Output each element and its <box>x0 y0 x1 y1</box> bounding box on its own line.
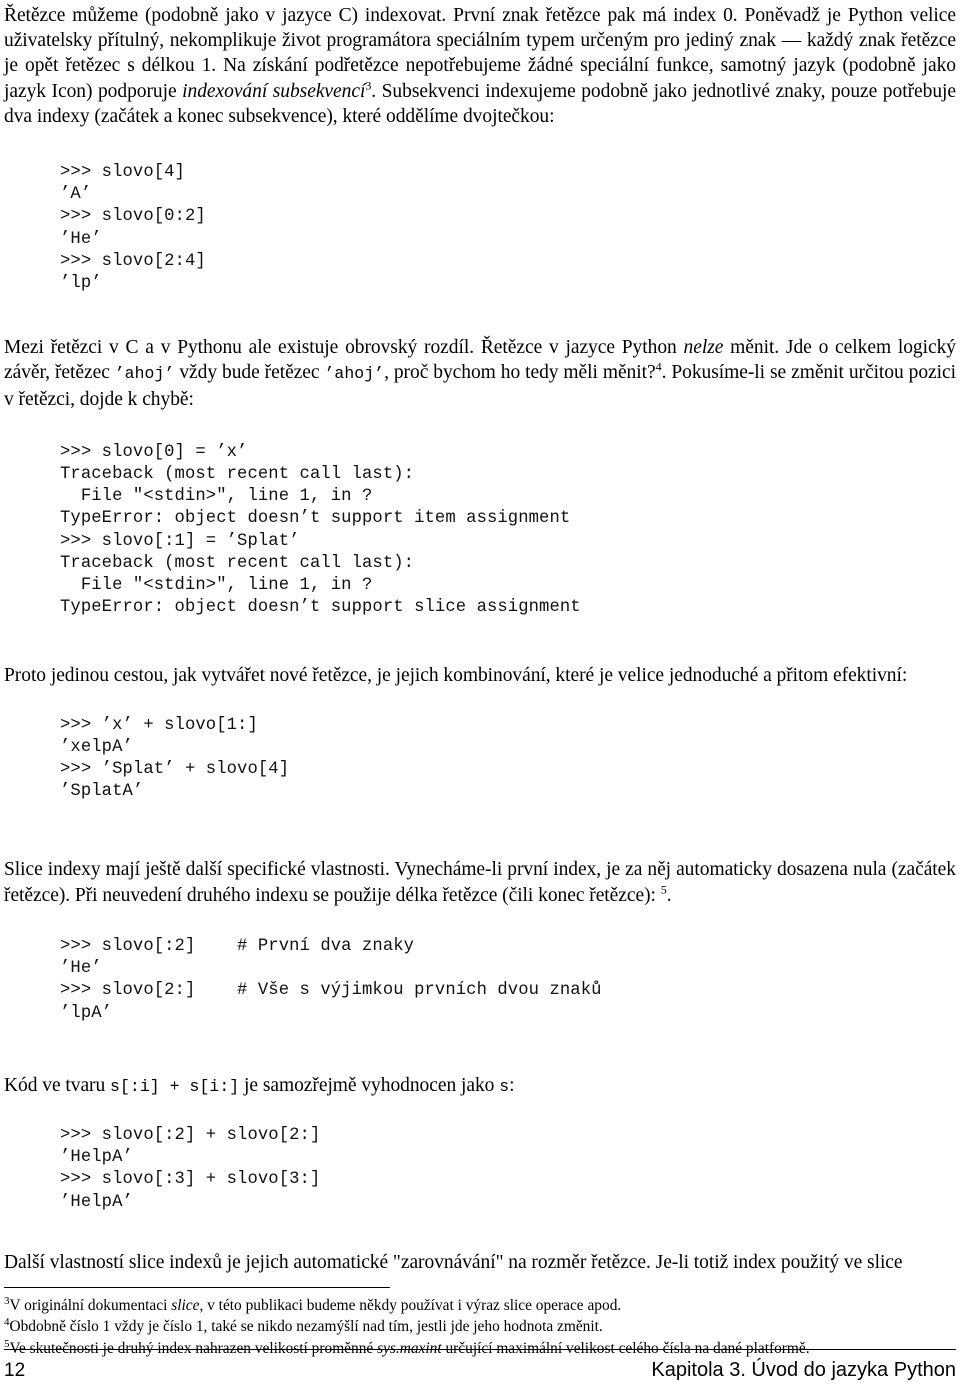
paragraph-text-part: je samozřejmě vyhodnocen jako <box>239 1074 500 1096</box>
paragraph-text-part: Mezi řetězci v C a v Pythonu ale existuj… <box>4 337 684 359</box>
chapter-title: Kapitola 3. Úvod do jazyka Python <box>651 1359 956 1381</box>
paragraph-slice-defaults: Slice indexy mají ještě další specifické… <box>4 857 956 907</box>
paragraph-text-part: . <box>666 884 672 906</box>
paragraph-slice-identity: Kód ve tvaru s[:i] + s[i:] je samozřejmě… <box>4 1073 956 1099</box>
document-page: Řetězce můžeme (podobně jako v jazyce C)… <box>0 3 960 1390</box>
paragraph-text-part: Slice indexy mají ještě další specifické… <box>4 859 956 906</box>
footnote-text-part: , v této publikaci budeme někdy používat… <box>199 1296 622 1314</box>
footer-separator-rule <box>4 1349 956 1350</box>
code-block-slice-identity-examples: >>> slovo[:2] + slovo[2:] ’HelpA’ >>> sl… <box>60 1125 321 1212</box>
inline-code-ahoj-2: ’ahoj’ <box>324 364 385 384</box>
paragraph-text-part: : <box>509 1074 515 1096</box>
emphasis-indexovani-subsekvenci: indexování subsekvencí <box>182 80 366 102</box>
emphasis-nelze: nelze <box>683 337 724 359</box>
page-number: 12 <box>4 1360 26 1381</box>
footnote-text-part: Obdobně číslo 1 vždy je číslo 1, také se… <box>9 1318 603 1336</box>
page-footer: 12 Kapitola 3. Úvod do jazyka Python <box>4 1349 956 1382</box>
paragraph-slice-clamping: Další vlastností slice indexů je jejich … <box>4 1251 903 1273</box>
paragraph-text-part: , proč bychom ho tedy měli měnit? <box>384 362 656 384</box>
paragraph-text-part: Kód ve tvaru <box>4 1074 111 1096</box>
footnote-text-part: V originální dokumentaci <box>9 1296 172 1314</box>
inline-code-slice-identity: s[:i] + s[i:] <box>110 1076 240 1096</box>
footer-row: 12 Kapitola 3. Úvod do jazyka Python <box>4 1359 956 1382</box>
code-block-typeerror-traceback: >>> slovo[0] = ’x’ Traceback (most recen… <box>60 442 581 618</box>
code-block-omitted-index-examples: >>> slovo[:2] # První dva znaky ’He’ >>>… <box>60 936 602 1023</box>
paragraph-immutability: Mezi řetězci v C a v Pythonu ale existuj… <box>4 335 956 412</box>
footnote-separator-rule <box>4 1286 390 1288</box>
footnote-3: 3V originální dokumentaci slice, v této … <box>4 1295 956 1317</box>
paragraph-text-part: vždy bude řetězec <box>174 362 325 384</box>
code-block-concatenation-examples: >>> ’x’ + slovo[1:] ’xelpA’ >>> ’Splat’ … <box>60 715 290 802</box>
inline-code-ahoj-1: ’ahoj’ <box>114 364 175 384</box>
paragraph-concatenation: Proto jedinou cestou, jak vytvářet nové … <box>4 665 908 687</box>
inline-code-s: s <box>499 1076 510 1096</box>
paragraph-indexing-intro: Řetězce můžeme (podobně jako v jazyce C)… <box>4 3 956 129</box>
emphasis-slice: slice <box>171 1296 200 1314</box>
footnote-4: 4Obdobně číslo 1 vždy je číslo 1, také s… <box>4 1316 956 1338</box>
code-block-slicing-examples: >>> slovo[4] ’A’ >>> slovo[0:2] ’He’ >>>… <box>60 163 206 294</box>
